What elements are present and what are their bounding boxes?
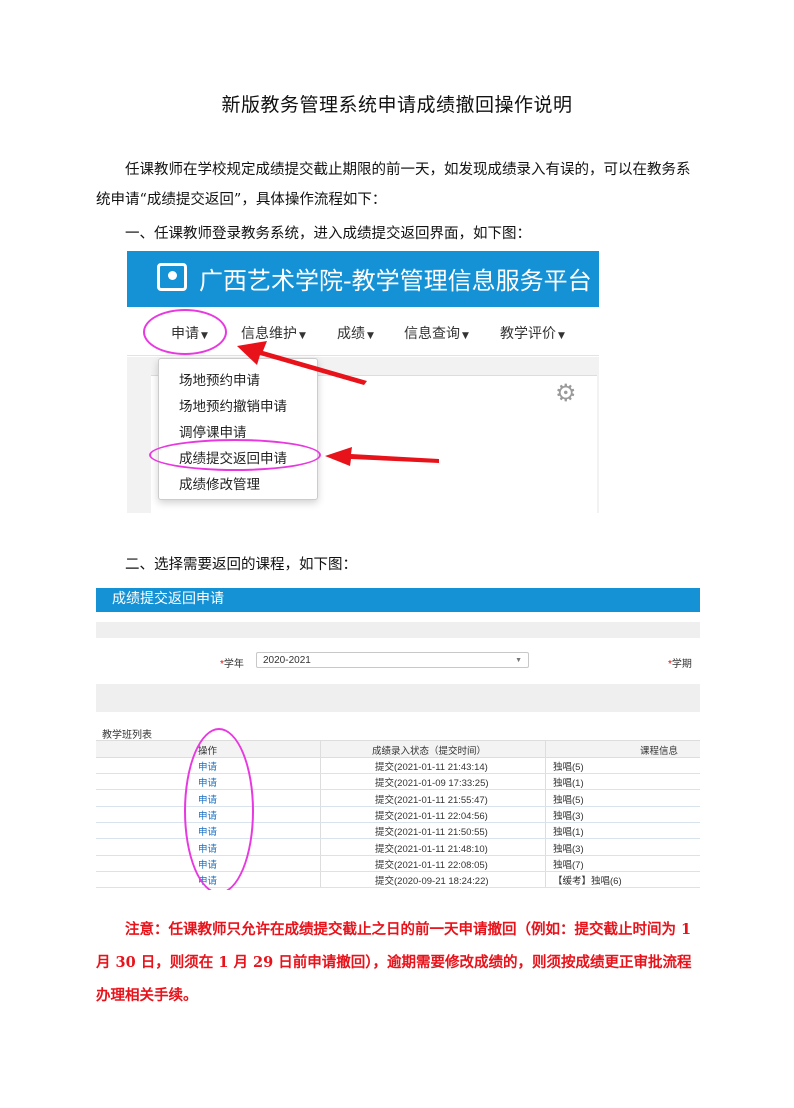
- course-info: 独唱(5): [553, 794, 584, 806]
- screenshot-menu: 广西艺术学院-教学管理信息服务平台 申请 ▼ 信息维护 ▼ 成绩 ▼ 信息查询 ▼ 教学…: [127, 251, 599, 513]
- step-1-text: 一、任课教师登录教务系统，进入成绩提交返回界面，如下图：: [125, 226, 531, 242]
- toolbar-strip: [96, 622, 700, 638]
- chevron-down-icon: ▼: [515, 657, 522, 664]
- form-title: 成绩提交返回申请: [112, 590, 224, 606]
- step-2-text: 二、选择需要返回的课程，如下图：: [125, 557, 357, 573]
- course-info: 独唱(1): [553, 827, 584, 839]
- table-header: 操作 成绩录入状态（提交时间） 课程信息: [96, 740, 700, 758]
- highlight-ellipse: [184, 728, 254, 890]
- course-info: 独唱(3): [553, 843, 584, 855]
- course-info: 独唱(3): [553, 810, 584, 822]
- intro-paragraph: 任课教师在学校规定成绩提交截止期限的前一天，如发现成绩录入有误的，可以在教务系统…: [96, 162, 691, 208]
- table-row: 申请 提交(2021-01-11 21:43:14) 独唱(5): [96, 757, 700, 774]
- year-label: *学年: [220, 659, 244, 670]
- submit-status: 提交(2021-01-11 21:48:10): [375, 843, 488, 855]
- submit-status: 提交(2021-01-11 22:08:05): [375, 859, 488, 871]
- submit-status: 提交(2021-01-11 21:55:47): [375, 794, 488, 806]
- table-title: 教学班列表: [102, 730, 152, 741]
- arrow-icon: [237, 341, 439, 466]
- course-info: 独唱(7): [553, 859, 584, 871]
- submit-status: 提交(2021-01-11 21:43:14): [375, 762, 488, 773]
- button-strip: [96, 684, 700, 712]
- column-header: 成绩录入状态（提交时间）: [372, 746, 487, 757]
- course-info: 【缓考】独唱(6): [553, 876, 622, 888]
- course-info: 独唱(5): [553, 762, 584, 773]
- submit-status: 提交(2021-01-11 21:50:55): [375, 827, 488, 839]
- submit-status: 提交(2021-01-09 17:33:25): [375, 778, 489, 790]
- page-title: 新版教务管理系统申请成绩撤回操作说明: [221, 94, 573, 116]
- table-row: 申请 提交(2020-09-21 18:24:22) 【缓考】独唱(6): [96, 871, 700, 889]
- submit-status: 提交(2021-01-11 22:04:56): [375, 810, 488, 822]
- warning-note: 注意：任课教师只允许在成绩提交截止之日的前一天申请撤回（例如：提交截止时间为 1…: [96, 921, 692, 1004]
- form-header: 成绩提交返回申请: [96, 588, 700, 612]
- column-header: 课程信息: [640, 746, 679, 757]
- year-select[interactable]: 2020-2021 ▼: [256, 652, 529, 668]
- term-label: *学期: [668, 659, 692, 670]
- course-info: 独唱(1): [553, 778, 584, 790]
- screenshot-course-list: 成绩提交返回申请 *学年 2020-2021 ▼ *学期 教学班列表 操作 成绩录…: [96, 588, 700, 890]
- submit-status: 提交(2020-09-21 18:24:22): [375, 876, 489, 888]
- table-row: 申请 提交(2021-01-11 22:08:05) 独唱(7): [96, 855, 700, 872]
